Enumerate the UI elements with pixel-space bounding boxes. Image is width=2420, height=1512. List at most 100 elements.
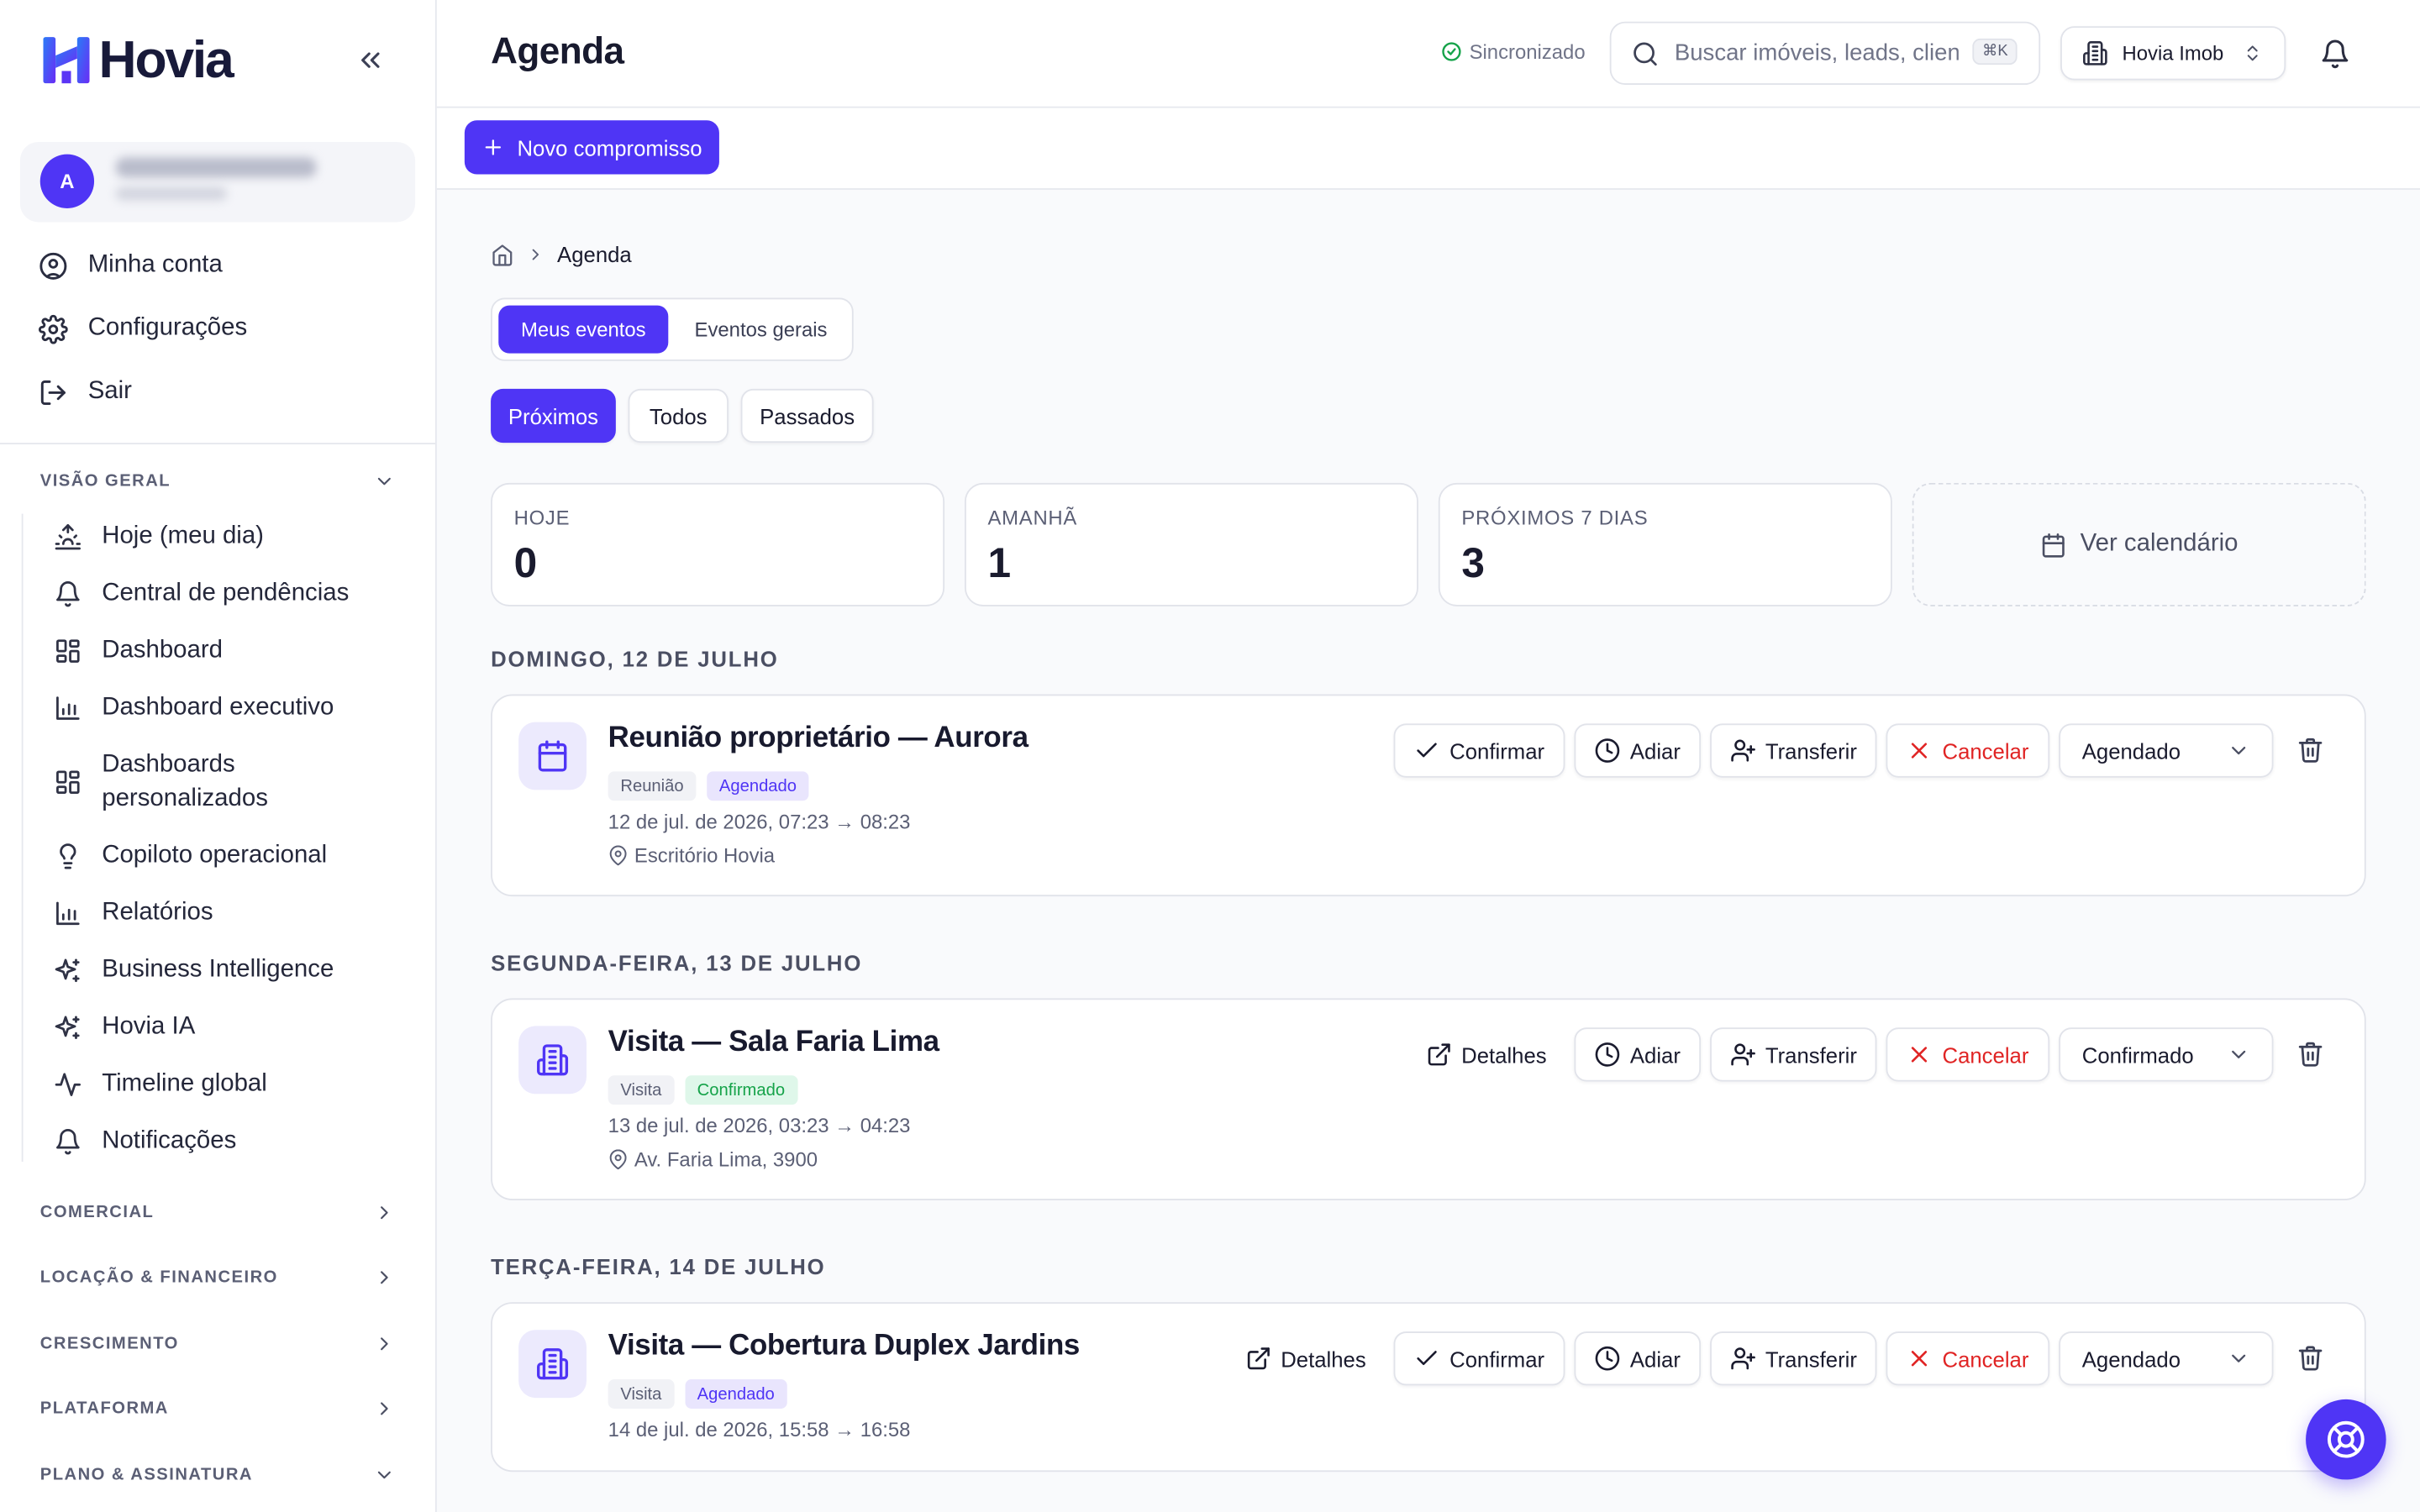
sidebar-item-notificacoes[interactable]: Notificações (54, 1125, 393, 1158)
transfer-label: Transferir (1765, 738, 1857, 764)
cancel-label: Cancelar (1942, 738, 2029, 764)
status-badge: Agendado (684, 1379, 787, 1409)
sidebar-item-relatorios[interactable]: Relatórios (54, 896, 393, 930)
cancel-button[interactable]: Cancelar (1886, 723, 2050, 778)
details-button[interactable]: Detalhes (1236, 1331, 1375, 1385)
event-title[interactable]: Reunião proprietário — Aurora (608, 722, 1028, 756)
clock-icon (1595, 738, 1620, 763)
sidebar-item-copiloto[interactable]: Copiloto operacional (54, 839, 393, 873)
event-time: 14 de jul. de 2026, 15:58 → 16:58 (608, 1417, 911, 1441)
chevron-down-icon (2232, 1050, 2246, 1059)
bell-icon (56, 1129, 80, 1155)
event-type-tag: Visita (608, 1075, 675, 1105)
menu-item-configuracoes[interactable]: Configurações (38, 310, 248, 347)
event-type-badge (518, 1330, 587, 1399)
notifications-bell-icon[interactable] (2320, 39, 2351, 70)
global-search[interactable]: Buscar imóveis, leads, clientes... ⌘K (1609, 21, 2041, 86)
event-card[interactable]: Visita — Sala Faria Lima Visita Confirma… (491, 998, 2366, 1200)
event-location: Escritório Hovia (608, 843, 776, 868)
sidebar-item-label: Dashboard executivo (102, 694, 334, 721)
sidebar-item-label: Dashboard (102, 637, 224, 664)
delete-trash-icon[interactable] (2296, 1344, 2324, 1372)
chevron-down-icon (2232, 746, 2246, 755)
user-plus-icon (1730, 739, 1755, 762)
transfer-button[interactable]: Transferir (1710, 723, 1877, 778)
filter-passados[interactable]: Passados (740, 388, 874, 444)
section-plano-assinatura[interactable]: PLANO & ASSINATURA (40, 1462, 395, 1487)
chevron-down-icon (377, 1471, 391, 1479)
postpone-button[interactable]: Adiar (1574, 723, 1702, 778)
filter-todos[interactable]: Todos (628, 388, 729, 444)
filter-proximos[interactable]: Próximos (491, 388, 616, 444)
view-calendar-label: Ver calendário (2080, 530, 2238, 558)
collapse-sidebar-icon[interactable] (355, 45, 386, 76)
sidebar-item-dashboard-executivo[interactable]: Dashboard executivo (54, 691, 393, 725)
postpone-button[interactable]: Adiar (1574, 1027, 1702, 1082)
search-input[interactable]: Buscar imóveis, leads, clientes... (1675, 40, 1959, 66)
menu-item-label: Configurações (87, 314, 248, 341)
sidebar-item-hoje[interactable]: Hoje (meu dia) (54, 520, 393, 554)
clock-icon (1595, 1042, 1620, 1067)
section-crescimento[interactable]: CRESCIMENTO (40, 1331, 395, 1356)
sidebar-item-dashboard[interactable]: Dashboard (54, 634, 393, 668)
event-card[interactable]: Reunião proprietário — Aurora Reunião Ag… (491, 694, 2366, 897)
plus-icon (485, 139, 502, 155)
building-icon (537, 1044, 569, 1076)
building-icon (2083, 41, 2107, 66)
event-location-text: Escritório Hovia (634, 843, 776, 868)
view-calendar-button[interactable]: Ver calendário (1912, 482, 2366, 606)
status-select[interactable]: Agendado (2059, 723, 2274, 778)
sidebar-item-business-intelligence[interactable]: Business Intelligence (54, 953, 393, 987)
cancel-button[interactable]: Cancelar (1886, 1027, 2050, 1082)
user-card[interactable]: A (19, 141, 416, 223)
sidebar-item-dashboards-personalizados[interactable]: Dashboards personalizados (54, 748, 393, 816)
section-locacao-financeiro[interactable]: LOCAÇÃO & FINANCEIRO (40, 1265, 395, 1289)
sidebar-item-label: Copiloto operacional (102, 842, 328, 869)
user-plus-icon (1730, 1043, 1755, 1066)
transfer-button[interactable]: Transferir (1710, 1331, 1877, 1386)
confirm-label: Confirmar (1449, 1346, 1545, 1371)
transfer-button[interactable]: Transferir (1710, 1027, 1877, 1082)
event-type-badge (518, 722, 587, 790)
tenant-switcher[interactable]: Hovia Imob (2060, 26, 2286, 81)
confirm-button[interactable]: Confirmar (1393, 723, 1565, 778)
close-icon (1912, 743, 1928, 759)
menu-item-minha-conta[interactable]: Minha conta (39, 247, 223, 284)
cancel-button[interactable]: Cancelar (1886, 1331, 2050, 1386)
section-plataforma[interactable]: PLATAFORMA (40, 1396, 395, 1420)
breadcrumb-current: Agenda (557, 242, 632, 267)
delete-trash-icon[interactable] (2296, 736, 2324, 764)
tab-eventos-gerais[interactable]: Eventos gerais (675, 306, 848, 354)
postpone-button[interactable]: Adiar (1574, 1331, 1702, 1386)
home-icon[interactable] (491, 243, 514, 266)
sidebar-item-hovia-ia[interactable]: Hovia IA (54, 1011, 393, 1044)
brand-logo[interactable]: Hovia (43, 34, 234, 87)
new-appointment-button[interactable]: Novo compromisso (464, 120, 719, 175)
sidebar-item-label: Business Intelligence (102, 956, 334, 984)
tab-meus-eventos[interactable]: Meus eventos (498, 305, 669, 354)
search-icon (1634, 41, 1657, 66)
menu-item-sair[interactable]: Sair (39, 373, 132, 410)
chevron-down-icon (377, 477, 391, 486)
help-lifebuoy-icon[interactable] (2306, 1399, 2386, 1480)
day-heading: DOMINGO, 12 DE JULHO (491, 646, 779, 671)
delete-trash-icon[interactable] (2296, 1040, 2324, 1068)
stat-label: PRÓXIMOS 7 DIAS (1461, 506, 1649, 530)
main-content: Agenda Sincronizado Buscar imóveis, lead… (436, 0, 2420, 1512)
tenant-name: Hovia Imob (2122, 41, 2224, 66)
lightbulb-icon (60, 843, 76, 869)
sidebar-item-central-pendencias[interactable]: Central de pendências (54, 577, 393, 611)
confirm-button[interactable]: Confirmar (1393, 1331, 1565, 1386)
chevrons-up-down-icon (2247, 45, 2258, 61)
status-select[interactable]: Agendado (2059, 1331, 2274, 1386)
close-icon (1912, 1047, 1928, 1063)
section-visao-geral[interactable]: VISÃO GERAL (40, 469, 395, 493)
event-title[interactable]: Visita — Cobertura Duplex Jardins (608, 1330, 1081, 1363)
section-comercial[interactable]: COMERCIAL (40, 1200, 395, 1225)
user-name-blurred (115, 157, 317, 178)
details-button[interactable]: Detalhes (1417, 1027, 1555, 1081)
status-select[interactable]: Confirmado (2059, 1027, 2274, 1082)
sidebar-item-timeline-global[interactable]: Timeline global (54, 1068, 393, 1101)
event-card[interactable]: Visita — Cobertura Duplex Jardins Visita… (491, 1302, 2366, 1473)
event-title[interactable]: Visita — Sala Faria Lima (608, 1026, 939, 1059)
